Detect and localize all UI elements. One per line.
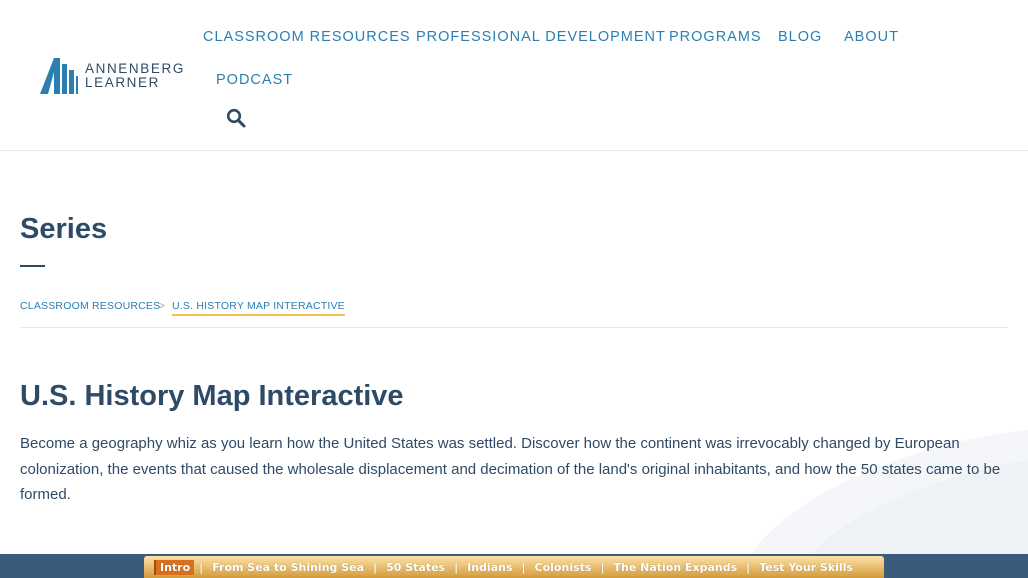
- logo-line-1: ANNENBERG: [85, 61, 185, 76]
- interactive-tab-intro[interactable]: Intro: [154, 559, 195, 575]
- breadcrumb-classroom-resources[interactable]: CLASSROOM RESOURCES: [20, 300, 160, 312]
- interactive-tab-colonists[interactable]: Colonists: [531, 560, 596, 575]
- breadcrumb-current: U.S. HISTORY MAP INTERACTIVE: [172, 300, 345, 316]
- interactive-separator: |: [600, 560, 605, 574]
- interactive-tab-sea-to-shining-sea[interactable]: From Sea to Shining Sea: [208, 560, 368, 575]
- interactive-separator: |: [454, 560, 459, 574]
- search-button[interactable]: [226, 108, 248, 130]
- nav-podcast[interactable]: PODCAST: [216, 72, 293, 88]
- breadcrumb-separator: >: [159, 300, 166, 312]
- interactive-tab-nation-expands[interactable]: The Nation Expands: [609, 560, 741, 575]
- logo-wordmark: ANNENBERG LEARNER: [85, 62, 185, 90]
- logo-mark-icon: [40, 58, 78, 94]
- interactive-separator: |: [373, 560, 378, 574]
- interactive-separator: |: [199, 560, 204, 574]
- interactive-separator: |: [521, 560, 526, 574]
- nav-about[interactable]: ABOUT: [844, 29, 899, 45]
- interactive-separator: |: [746, 560, 751, 574]
- title-underline: [20, 265, 45, 267]
- interactive-map-nav: Intro | From Sea to Shining Sea | 50 Sta…: [144, 556, 884, 578]
- nav-professional-development[interactable]: PROFESSIONAL DEVELOPMENT: [416, 29, 666, 45]
- breadcrumb: CLASSROOM RESOURCES > U.S. HISTORY MAP I…: [20, 300, 345, 328]
- series-description: Become a geography whiz as you learn how…: [20, 435, 1001, 503]
- page-title: Series: [20, 213, 108, 245]
- interactive-tab-indians[interactable]: Indians: [463, 560, 516, 575]
- main-heading: U.S. History Map Interactive: [20, 380, 404, 412]
- logo-line-2: LEARNER: [85, 75, 160, 90]
- nav-blog[interactable]: BLOG: [778, 29, 822, 45]
- site-header: ANNENBERG LEARNER CLASSROOM RESOURCES PR…: [0, 0, 1028, 151]
- interactive-tab-50-states[interactable]: 50 States: [382, 560, 449, 575]
- nav-programs[interactable]: PROGRAMS: [669, 29, 762, 45]
- search-icon: [226, 108, 246, 128]
- interactive-tab-test-your-skills[interactable]: Test Your Skills: [755, 560, 857, 575]
- breadcrumb-divider: [20, 327, 1008, 328]
- nav-classroom-resources[interactable]: CLASSROOM RESOURCES: [203, 29, 411, 45]
- annenberg-learner-logo[interactable]: ANNENBERG LEARNER: [40, 58, 185, 94]
